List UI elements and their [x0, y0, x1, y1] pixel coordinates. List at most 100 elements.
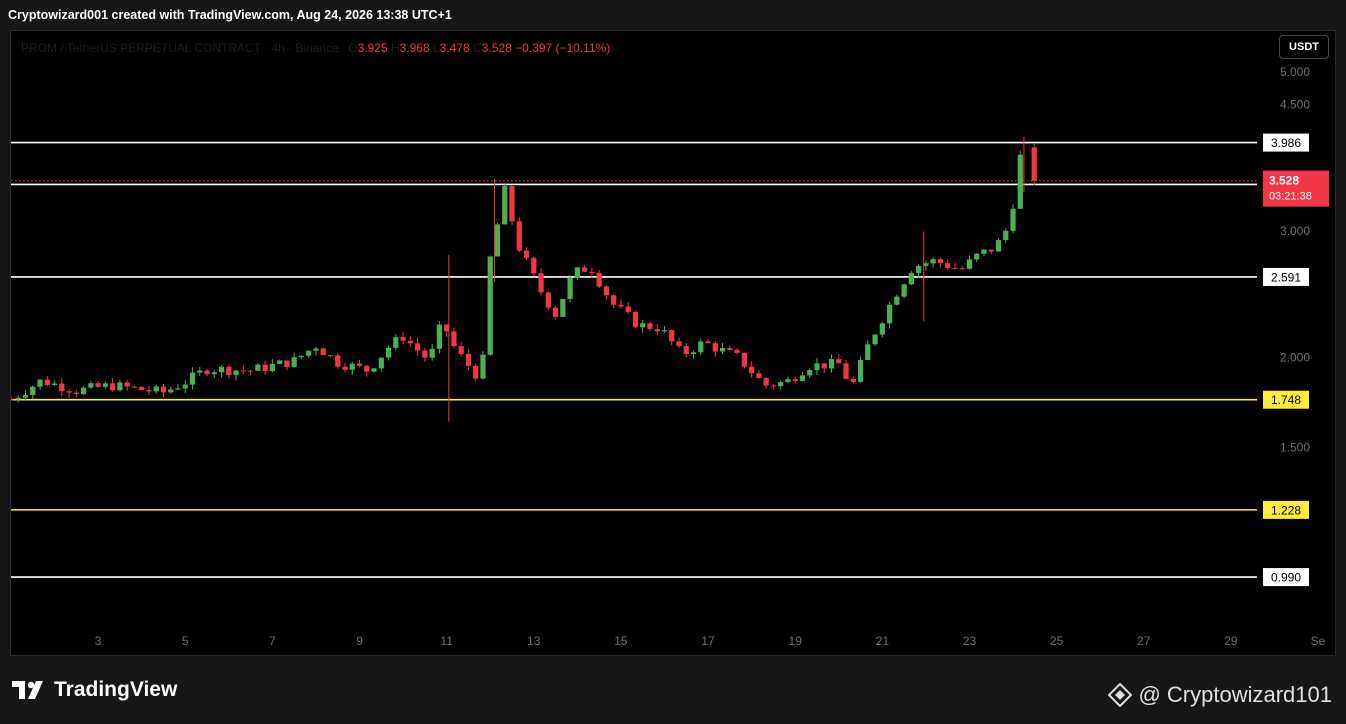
- candle-body[interactable]: [785, 379, 791, 383]
- candle-body[interactable]: [342, 366, 348, 370]
- candle-body[interactable]: [981, 249, 987, 254]
- candle-body[interactable]: [415, 343, 421, 351]
- candle-body[interactable]: [22, 394, 29, 398]
- candle-body[interactable]: [160, 386, 167, 393]
- candle-body[interactable]: [284, 360, 290, 368]
- candle-body[interactable]: [690, 352, 697, 354]
- candle-body[interactable]: [110, 383, 116, 391]
- candle-body[interactable]: [952, 267, 958, 269]
- candle-body[interactable]: [393, 337, 399, 348]
- candle-body[interactable]: [959, 268, 965, 270]
- candle-body[interactable]: [770, 385, 777, 387]
- candle-body[interactable]: [458, 346, 464, 355]
- candle-body[interactable]: [741, 352, 747, 367]
- candle-body[interactable]: [73, 392, 79, 394]
- candle-body[interactable]: [625, 306, 631, 312]
- candle-body[interactable]: [226, 366, 232, 376]
- candle-body[interactable]: [538, 273, 544, 293]
- candle-body[interactable]: [124, 382, 130, 387]
- candle-body[interactable]: [792, 379, 798, 381]
- candle-body[interactable]: [269, 363, 276, 372]
- candle-body[interactable]: [131, 386, 138, 388]
- candle-body[interactable]: [139, 386, 145, 390]
- candle-body[interactable]: [814, 363, 820, 371]
- candle-body[interactable]: [429, 348, 435, 358]
- candle-body[interactable]: [175, 388, 181, 390]
- candle-body[interactable]: [11, 399, 14, 401]
- candle-body[interactable]: [603, 286, 610, 296]
- candle-body[interactable]: [146, 389, 152, 392]
- candle-body[interactable]: [879, 323, 885, 335]
- candle-body[interactable]: [676, 341, 682, 347]
- candle-body[interactable]: [356, 363, 363, 366]
- candle-body[interactable]: [749, 366, 755, 374]
- candle-body[interactable]: [727, 347, 733, 350]
- candle-body[interactable]: [1010, 208, 1016, 231]
- candle-body[interactable]: [683, 346, 689, 354]
- candle-body[interactable]: [937, 259, 944, 264]
- candle-body[interactable]: [734, 349, 740, 353]
- candle-body[interactable]: [930, 259, 936, 264]
- candle-body[interactable]: [807, 370, 813, 376]
- candle-body[interactable]: [255, 364, 261, 371]
- candle-body[interactable]: [407, 340, 413, 344]
- candle-body[interactable]: [385, 347, 392, 358]
- candle-body[interactable]: [277, 360, 283, 364]
- candle-body[interactable]: [168, 389, 174, 393]
- candle-body[interactable]: [262, 364, 268, 372]
- candle-body[interactable]: [211, 372, 217, 375]
- candle-body[interactable]: [364, 365, 370, 372]
- candle-body[interactable]: [66, 391, 72, 393]
- candle-body[interactable]: [494, 224, 501, 257]
- candle-body[interactable]: [102, 383, 109, 387]
- candle-body[interactable]: [908, 273, 914, 285]
- candle-body[interactable]: [44, 379, 50, 385]
- candle-body[interactable]: [204, 370, 210, 375]
- candle-body[interactable]: [313, 348, 319, 351]
- chart-panel[interactable]: 5.000 4.500 3.000 2.000 1.500 3 5 7 9 11 13 15 17 19 2…: [10, 30, 1336, 656]
- candle-body[interactable]: [763, 378, 769, 386]
- candle-body[interactable]: [523, 250, 530, 258]
- candle-body[interactable]: [487, 256, 493, 355]
- candle-body[interactable]: [1031, 147, 1037, 181]
- candle-body[interactable]: [886, 304, 893, 324]
- candle-body[interactable]: [531, 257, 537, 274]
- candle-body[interactable]: [153, 386, 159, 392]
- candle-body[interactable]: [378, 357, 384, 369]
- candle-body[interactable]: [197, 370, 203, 373]
- candle-body[interactable]: [589, 271, 595, 273]
- candle-body[interactable]: [80, 387, 87, 394]
- candle-body[interactable]: [698, 341, 704, 353]
- candle-body[interactable]: [596, 272, 602, 287]
- tradingview-logo[interactable]: TradingView: [12, 678, 177, 702]
- candle-body[interactable]: [995, 240, 1002, 252]
- candle-body[interactable]: [654, 329, 660, 332]
- candle-body[interactable]: [836, 359, 842, 364]
- candle-body[interactable]: [661, 330, 668, 332]
- candle-body[interactable]: [872, 334, 878, 345]
- candle-body[interactable]: [974, 253, 980, 260]
- candle-body[interactable]: [451, 331, 457, 347]
- candle-body[interactable]: [945, 263, 951, 268]
- candle-body[interactable]: [509, 186, 515, 222]
- candle-body[interactable]: [516, 221, 522, 251]
- candle-body[interactable]: [422, 350, 428, 358]
- candle-body[interactable]: [320, 348, 326, 356]
- candle-body[interactable]: [15, 397, 21, 400]
- candle-body[interactable]: [233, 370, 239, 376]
- candle-body[interactable]: [95, 383, 101, 387]
- candle-body[interactable]: [865, 344, 871, 360]
- candle-body[interactable]: [291, 357, 297, 368]
- candle-body[interactable]: [828, 359, 835, 369]
- candle-body[interactable]: [51, 383, 58, 385]
- candle-body[interactable]: [400, 337, 406, 341]
- candle-body[interactable]: [611, 295, 617, 305]
- candle-body[interactable]: [567, 277, 573, 300]
- candle-body[interactable]: [473, 365, 479, 379]
- candle-body[interactable]: [88, 383, 94, 388]
- candle-body[interactable]: [574, 267, 580, 278]
- candle-body[interactable]: [821, 363, 827, 369]
- candle-body[interactable]: [59, 383, 65, 392]
- candle-body[interactable]: [669, 330, 675, 342]
- candle-body[interactable]: [552, 307, 559, 317]
